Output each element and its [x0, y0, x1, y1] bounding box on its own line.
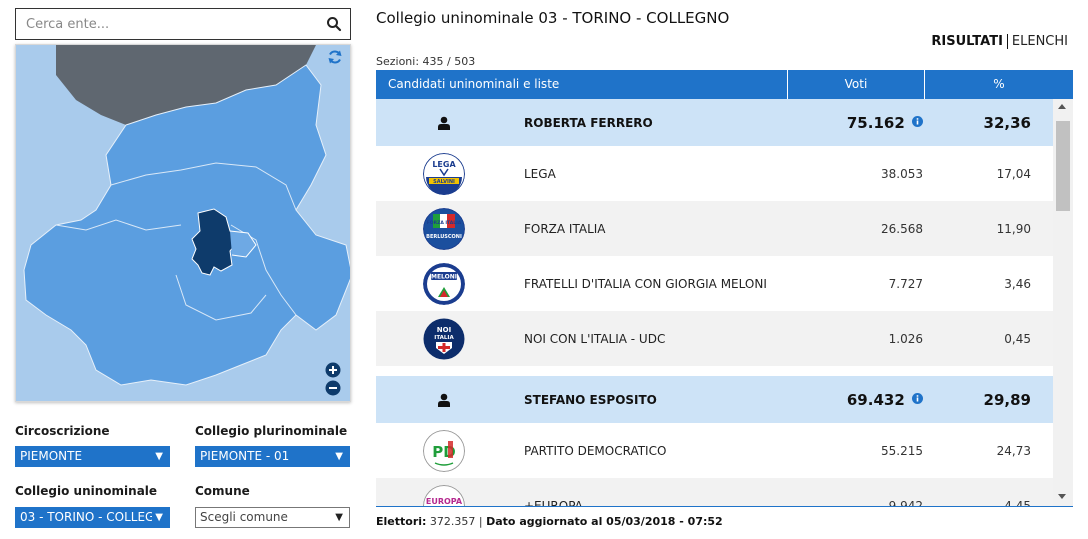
table-bottom-border — [376, 506, 1073, 507]
list-name: FORZA ITALIA — [524, 221, 606, 236]
comune-label: Comune — [195, 484, 250, 498]
fratelli-italia-logo-text: MELONI — [430, 273, 456, 280]
column-header-percent: % — [993, 77, 1005, 91]
results-table-header: Candidati uninominali e liste Voti % — [376, 70, 1073, 99]
candidate-row[interactable]: STEFANO ESPOSITO 69.432 29,89 — [376, 376, 1053, 423]
europa-logo-text: EUROPA — [425, 497, 462, 506]
collegio-plurinominale-value: PIEMONTE - 01 — [200, 449, 290, 463]
list-name: FRATELLI D'ITALIA CON GIORGIA MELONI — [524, 276, 767, 291]
chevron-down-icon: ▼ — [335, 512, 343, 523]
list-row[interactable]: LEGA SALVINI LEGA 38.053 17,04 — [376, 146, 1053, 201]
noi-logo-subtext: ITALIA — [434, 335, 454, 341]
chevron-down-icon: ▼ — [155, 451, 163, 462]
piu-europa-logo-icon: EUROPA — [422, 484, 465, 507]
comune-value: Scegli comune — [200, 510, 288, 524]
candidate-name: ROBERTA FERRERO — [524, 115, 653, 130]
zoom-out-icon[interactable] — [325, 380, 341, 396]
candidate-row[interactable]: ROBERTA FERRERO 75.162 32,36 — [376, 99, 1053, 146]
chevron-down-icon: ▼ — [335, 451, 343, 462]
list-row[interactable]: EUROPA +EUROPA 9.942 4,45 — [376, 478, 1053, 507]
refresh-icon[interactable] — [327, 49, 343, 65]
list-votes: 55.215 — [881, 443, 923, 458]
list-row[interactable]: PD PARTITO DEMOCRATICO 55.215 24,73 — [376, 423, 1053, 478]
list-votes: 26.568 — [881, 221, 923, 236]
forza-italia-logo-icon: FORZA ITALIA BERLUSCONI — [422, 207, 465, 250]
candidate-name: STEFANO ESPOSITO — [524, 392, 657, 407]
zoom-in-icon[interactable] — [325, 362, 341, 378]
noi-con-italia-logo-icon: NOI ITALIA — [423, 318, 464, 359]
lega-logo-subtext: SALVINI — [433, 179, 455, 185]
forza-italia-logo-subtext: BERLUSCONI — [426, 234, 462, 240]
circoscrizione-label: Circoscrizione — [15, 424, 110, 438]
fratelli-italia-logo-icon: MELONI — [422, 262, 465, 305]
footer-info: Elettori: 372.357 | Dato aggiornato al 0… — [376, 515, 723, 528]
sezioni-value: 435 / 503 — [422, 55, 476, 68]
search-box[interactable] — [15, 8, 351, 40]
search-input[interactable] — [16, 9, 316, 39]
view-switch: RISULTATI ELENCHI — [931, 34, 1068, 49]
scroll-thumb[interactable] — [1056, 121, 1070, 211]
list-row[interactable]: NOI ITALIA NOI CON L'ITALIA - UDC 1.026 … — [376, 311, 1053, 366]
comune-select[interactable]: Scegli comune ▼ — [195, 507, 350, 528]
list-row[interactable]: FORZA ITALIA BERLUSCONI FORZA ITALIA 26.… — [376, 201, 1053, 256]
person-icon — [437, 393, 450, 407]
lega-logo-text: LEGA — [432, 160, 456, 169]
elettori-value: 372.357 — [429, 515, 476, 528]
list-percent: 17,04 — [996, 166, 1031, 181]
list-votes: 7.727 — [888, 276, 923, 291]
collegio-uninominale-select[interactable]: 03 - TORINO - COLLEGI ▼ — [15, 507, 170, 528]
page-title: Collegio uninominale 03 - TORINO - COLLE… — [376, 9, 730, 27]
list-percent: 11,90 — [996, 221, 1031, 236]
candidate-percent: 29,89 — [983, 390, 1031, 409]
list-name: LEGA — [524, 166, 556, 181]
partito-democratico-logo-icon: PD — [422, 429, 465, 472]
person-icon — [437, 116, 450, 130]
update-timestamp: Dato aggiornato al 05/03/2018 - 07:52 — [486, 515, 723, 528]
collegio-plurinominale-label: Collegio plurinominale — [195, 424, 348, 438]
tab-risultati[interactable]: RISULTATI — [931, 34, 1008, 49]
list-percent: 3,46 — [1004, 276, 1031, 291]
info-icon[interactable] — [912, 116, 923, 127]
table-scrollbar[interactable] — [1053, 99, 1073, 507]
circoscrizione-value: PIEMONTE — [20, 449, 83, 463]
list-percent: 24,73 — [996, 443, 1031, 458]
collegio-plurinominale-select[interactable]: PIEMONTE - 01 ▼ — [195, 446, 350, 467]
region-map[interactable] — [16, 45, 351, 402]
elettori-label: Elettori: — [376, 515, 427, 528]
list-percent: 0,45 — [1004, 331, 1031, 346]
column-header-voti: Voti — [788, 70, 925, 99]
candidate-percent: 32,36 — [983, 113, 1031, 132]
candidate-votes-value: 69.432 — [846, 390, 905, 409]
noi-logo-text: NOI — [436, 326, 450, 334]
map-panel[interactable] — [15, 44, 351, 402]
chevron-down-icon: ▼ — [152, 508, 163, 527]
info-icon[interactable] — [912, 393, 923, 404]
list-name: PARTITO DEMOCRATICO — [524, 443, 667, 458]
scroll-up-arrow-icon[interactable] — [1058, 104, 1066, 109]
column-header-candidati: Candidati uninominali e liste — [376, 70, 788, 99]
collegio-uninominale-value: 03 - TORINO - COLLEGI — [20, 510, 158, 524]
list-votes: 1.026 — [888, 331, 923, 346]
collegio-uninominale-label: Collegio uninominale — [15, 484, 158, 498]
lega-logo-icon: LEGA SALVINI — [422, 152, 465, 195]
tab-elenchi[interactable]: ELENCHI — [1008, 34, 1068, 49]
forza-italia-logo-text: FORZA ITALIA — [426, 220, 461, 226]
list-row[interactable]: MELONI FRATELLI D'ITALIA CON GIORGIA MEL… — [376, 256, 1053, 311]
results-table-body[interactable]: ROBERTA FERRERO 75.162 32,36 LEGA SALVIN… — [376, 99, 1053, 507]
sezioni-label: Sezioni: — [376, 55, 420, 68]
candidate-votes: 69.432 — [791, 391, 933, 409]
list-name: NOI CON L'ITALIA - UDC — [524, 331, 666, 346]
sezioni-info: Sezioni: 435 / 503 — [376, 55, 475, 68]
candidate-votes: 75.162 — [791, 114, 933, 132]
list-votes: 38.053 — [881, 166, 923, 181]
scroll-down-arrow-icon[interactable] — [1058, 494, 1066, 499]
candidate-votes-value: 75.162 — [846, 113, 905, 132]
circoscrizione-select[interactable]: PIEMONTE ▼ — [15, 446, 170, 467]
search-icon[interactable] — [326, 16, 342, 32]
